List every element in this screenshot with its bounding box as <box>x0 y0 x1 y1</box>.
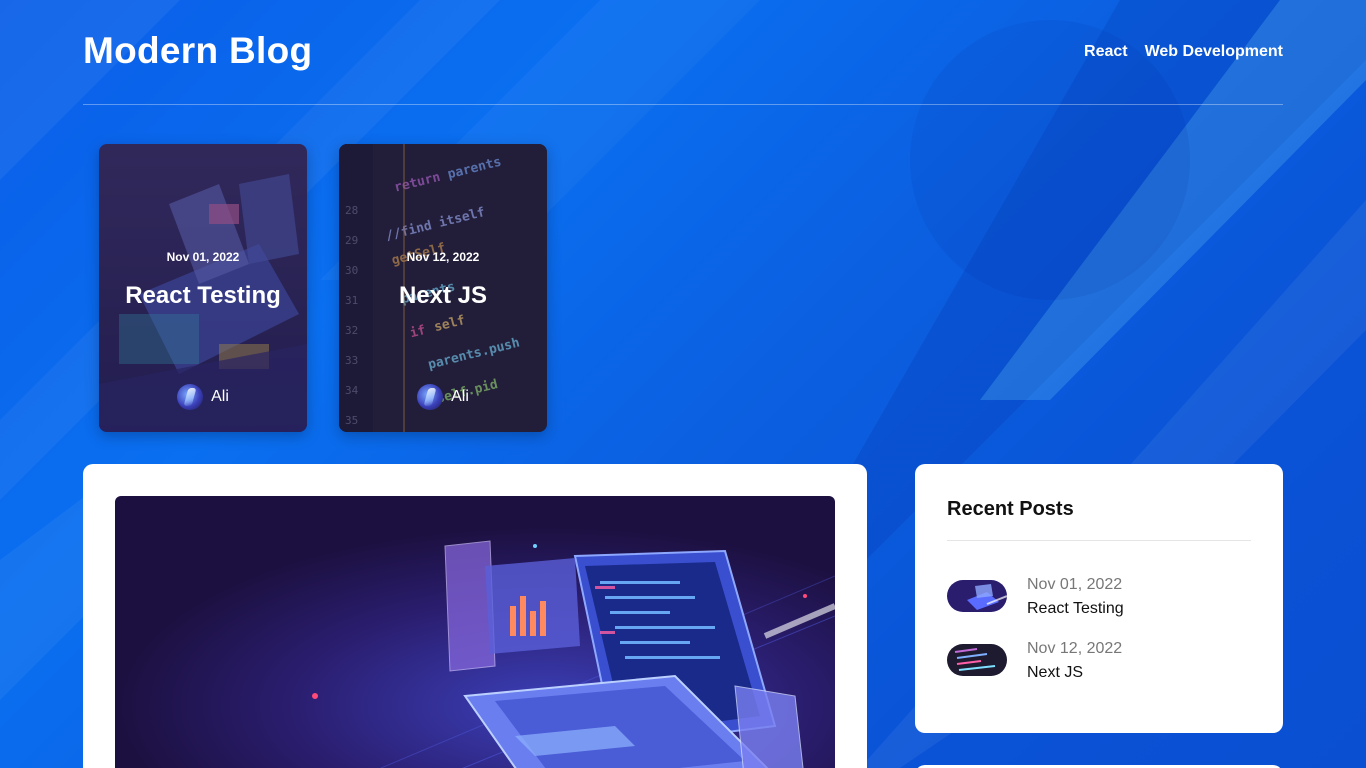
author-name: Ali <box>451 388 469 405</box>
divider <box>947 540 1251 541</box>
nav-link-react[interactable]: React <box>1084 43 1128 61</box>
recent-post-thumbnail[interactable] <box>947 580 1007 612</box>
author-name: Ali <box>211 388 229 405</box>
recent-post-title[interactable]: Next JS <box>1027 664 1083 682</box>
site-header: Modern Blog React Web Development <box>83 0 1283 105</box>
recent-post-item[interactable]: Nov 01, 2022 React Testing <box>947 576 1251 620</box>
recent-post-date: Nov 12, 2022 <box>1027 640 1123 657</box>
hero-image[interactable] <box>115 496 835 768</box>
post-author[interactable]: Ali <box>99 384 307 410</box>
widget-title: Recent Posts <box>947 498 1074 520</box>
post-date: Nov 01, 2022 <box>166 250 240 264</box>
recent-post-item[interactable]: Nov 12, 2022 Next JS <box>947 640 1251 684</box>
recent-post-title[interactable]: React Testing <box>1027 600 1124 618</box>
recent-post-date: Nov 01, 2022 <box>1027 576 1123 593</box>
post-title[interactable]: Next JS <box>339 282 547 310</box>
recent-posts-widget: Recent Posts Nov 01, 2022 React Testing <box>915 464 1283 733</box>
author-avatar <box>417 384 444 410</box>
recent-post-thumbnail[interactable] <box>947 644 1007 676</box>
main-content-panel <box>83 464 867 768</box>
post-date: Nov 12, 2022 <box>406 250 480 264</box>
post-author[interactable]: Ali <box>339 384 547 410</box>
site-title[interactable]: Modern Blog <box>83 30 312 72</box>
main-nav: React Web Development <box>1084 43 1283 61</box>
featured-post-card[interactable]: 28 29 30 31 32 33 34 35 return parents //find… <box>339 144 547 432</box>
nav-link-web-development[interactable]: Web Development <box>1145 43 1283 61</box>
featured-post-card[interactable]: Nov 01, 2022 React Testing Ali <box>99 144 307 432</box>
post-title[interactable]: React Testing <box>99 282 307 310</box>
author-avatar <box>177 384 204 410</box>
